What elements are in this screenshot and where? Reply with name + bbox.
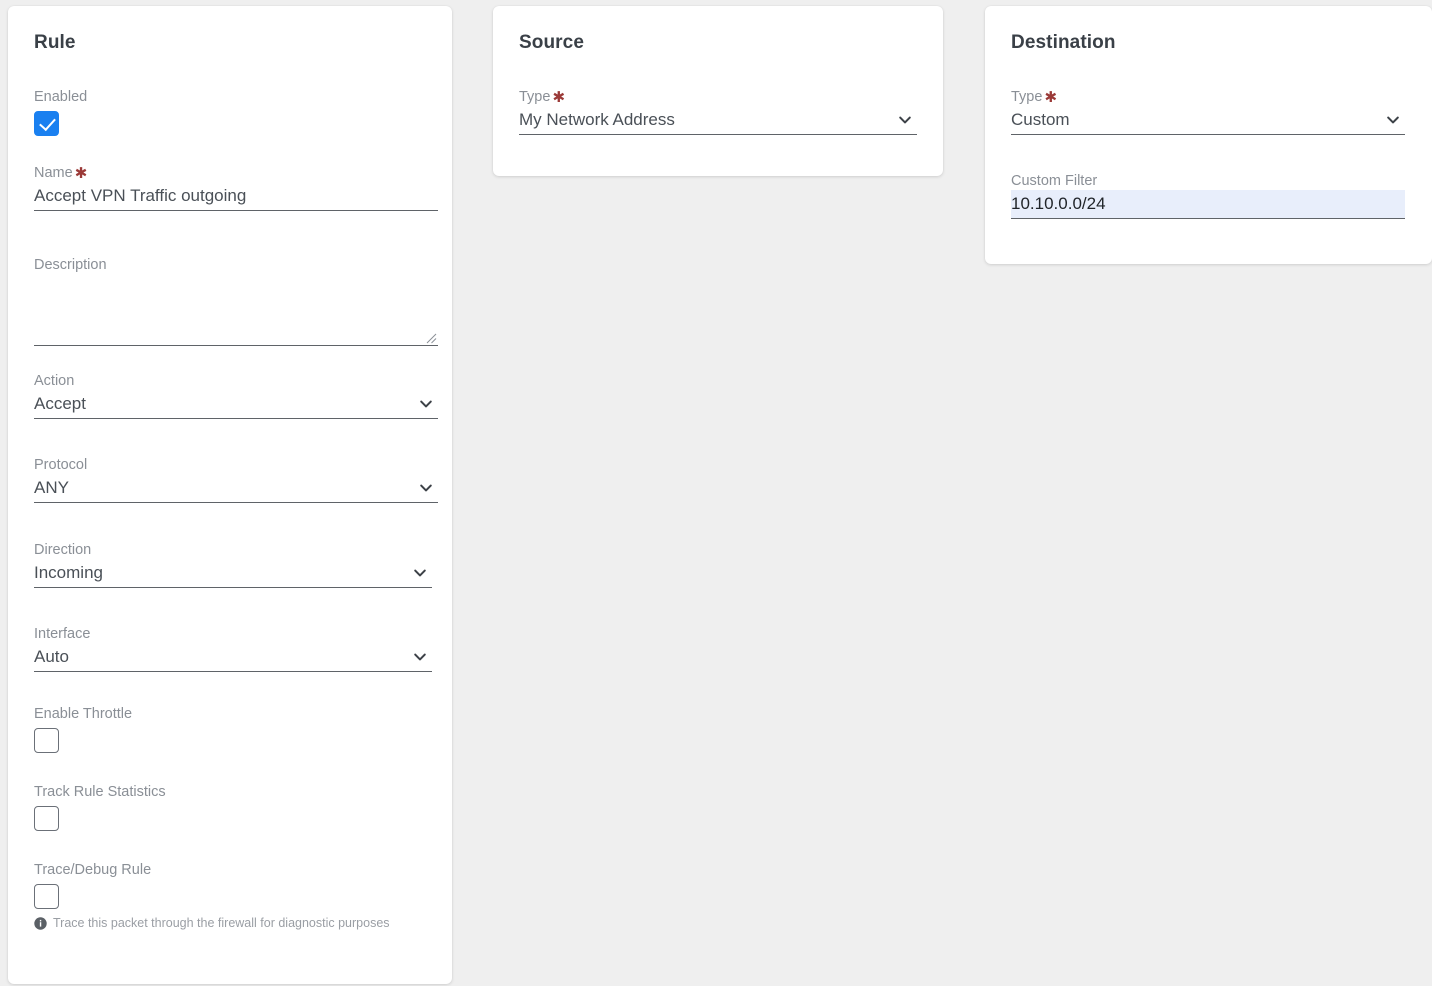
source-type-value: My Network Address: [519, 110, 675, 129]
custom-filter-input[interactable]: 10.10.0.0/24: [1011, 190, 1405, 219]
destination-type-select[interactable]: Custom: [1011, 106, 1405, 135]
action-select[interactable]: Accept: [34, 390, 438, 419]
direction-label: Direction: [34, 542, 92, 558]
interface-select[interactable]: Auto: [34, 643, 432, 672]
track-rule-statistics-checkbox[interactable]: [34, 806, 59, 831]
destination-card: Destination Type ✱ Custom Custom Filter 1…: [985, 6, 1432, 264]
description-textarea[interactable]: [34, 274, 438, 346]
enabled-field: Enabled: [34, 88, 87, 136]
trace-debug-rule-label: Trace/Debug Rule: [34, 862, 152, 878]
firewall-rule-editor: Rule Enabled Name ✱ Accept VPN Traffic ou…: [0, 0, 1432, 986]
name-field: Name ✱ Accept VPN Traffic outgoing: [34, 164, 438, 211]
source-card-title: Source: [519, 32, 585, 53]
destination-type-field: Type ✱ Custom: [1011, 88, 1405, 135]
destination-type-value: Custom: [1011, 110, 1070, 129]
track-rule-statistics-field: Track Rule Statistics: [34, 783, 166, 831]
destination-card-title: Destination: [1011, 32, 1116, 53]
name-input[interactable]: Accept VPN Traffic outgoing: [34, 182, 438, 211]
chevron-down-icon[interactable]: [412, 565, 428, 581]
enable-throttle-label: Enable Throttle: [34, 706, 133, 722]
custom-filter-label: Custom Filter: [1011, 173, 1098, 189]
resize-handle-icon[interactable]: [425, 331, 437, 344]
direction-select[interactable]: Incoming: [34, 559, 432, 588]
action-field: Action Accept: [34, 372, 438, 419]
track-rule-statistics-label: Track Rule Statistics: [34, 784, 166, 800]
chevron-down-icon[interactable]: [1385, 112, 1401, 128]
enabled-label: Enabled: [34, 89, 88, 105]
protocol-field: Protocol ANY: [34, 456, 438, 503]
description-label: Description: [34, 257, 107, 273]
protocol-select[interactable]: ANY: [34, 474, 438, 503]
description-field: Description: [34, 256, 438, 346]
source-type-label: Type ✱: [519, 89, 566, 106]
rule-card: Rule Enabled Name ✱ Accept VPN Traffic ou…: [8, 6, 452, 984]
chevron-down-icon[interactable]: [418, 396, 434, 412]
source-card: Source Type ✱ My Network Address: [493, 6, 943, 176]
required-asterisk: ✱: [74, 165, 88, 182]
destination-type-label: Type ✱: [1011, 89, 1058, 106]
interface-field: Interface Auto: [34, 625, 432, 672]
direction-field: Direction Incoming: [34, 541, 432, 588]
name-value: Accept VPN Traffic outgoing: [34, 186, 247, 205]
info-icon: [34, 917, 47, 930]
interface-label: Interface: [34, 626, 91, 642]
enable-throttle-field: Enable Throttle: [34, 705, 132, 753]
protocol-value: ANY: [34, 478, 69, 497]
trace-debug-help: Trace this packet through the firewall f…: [34, 915, 426, 932]
source-type-select[interactable]: My Network Address: [519, 106, 917, 135]
rule-card-title: Rule: [34, 32, 76, 53]
direction-value: Incoming: [34, 563, 103, 582]
required-asterisk: ✱: [1044, 89, 1058, 106]
interface-value: Auto: [34, 647, 69, 666]
action-value: Accept: [34, 394, 86, 413]
trace-debug-rule-checkbox[interactable]: [34, 884, 59, 909]
custom-filter-value: 10.10.0.0/24: [1011, 194, 1106, 213]
chevron-down-icon[interactable]: [412, 649, 428, 665]
enable-throttle-checkbox[interactable]: [34, 728, 59, 753]
trace-debug-help-text: Trace this packet through the firewall f…: [53, 916, 390, 930]
custom-filter-field: Custom Filter 10.10.0.0/24: [1011, 172, 1405, 219]
enabled-checkbox[interactable]: [34, 111, 59, 136]
chevron-down-icon[interactable]: [897, 112, 913, 128]
protocol-label: Protocol: [34, 457, 88, 473]
trace-debug-rule-field: Trace/Debug Rule Trace this packet throu…: [34, 861, 426, 932]
source-type-field: Type ✱ My Network Address: [519, 88, 917, 135]
name-label: Name ✱: [34, 165, 88, 182]
required-asterisk: ✱: [552, 89, 566, 106]
chevron-down-icon[interactable]: [418, 480, 434, 496]
action-label: Action: [34, 373, 75, 389]
